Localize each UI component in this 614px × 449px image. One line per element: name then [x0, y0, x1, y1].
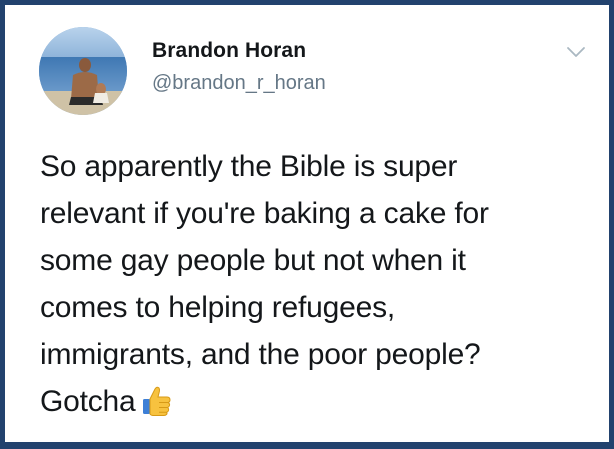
- tweet-text-line: Gotcha: [40, 385, 136, 418]
- chevron-down-icon[interactable]: [565, 43, 587, 61]
- author-display-name[interactable]: Brandon Horan: [152, 39, 306, 63]
- tweet-text-last-line: Gotcha: [40, 378, 580, 425]
- thumbs-up-emoji-icon: [142, 386, 171, 416]
- tweet-text: So apparently the Bible is super relevan…: [40, 143, 580, 425]
- tweet-text-line: relevant if you're baking a cake for: [40, 197, 489, 230]
- tweet-text-line: some gay people but not when it: [40, 244, 466, 277]
- author-avatar[interactable]: [39, 27, 127, 115]
- tweet-text-line: immigrants, and the poor people?: [40, 338, 481, 371]
- tweet-text-line: So apparently the Bible is super: [40, 150, 458, 183]
- author-handle[interactable]: @brandon_r_horan: [152, 72, 326, 95]
- tweet-text-line: comes to helping refugees,: [40, 291, 396, 324]
- tweet-card: Brandon Horan @brandon_r_horan So appare…: [5, 5, 609, 442]
- avatar-photo: [39, 27, 127, 115]
